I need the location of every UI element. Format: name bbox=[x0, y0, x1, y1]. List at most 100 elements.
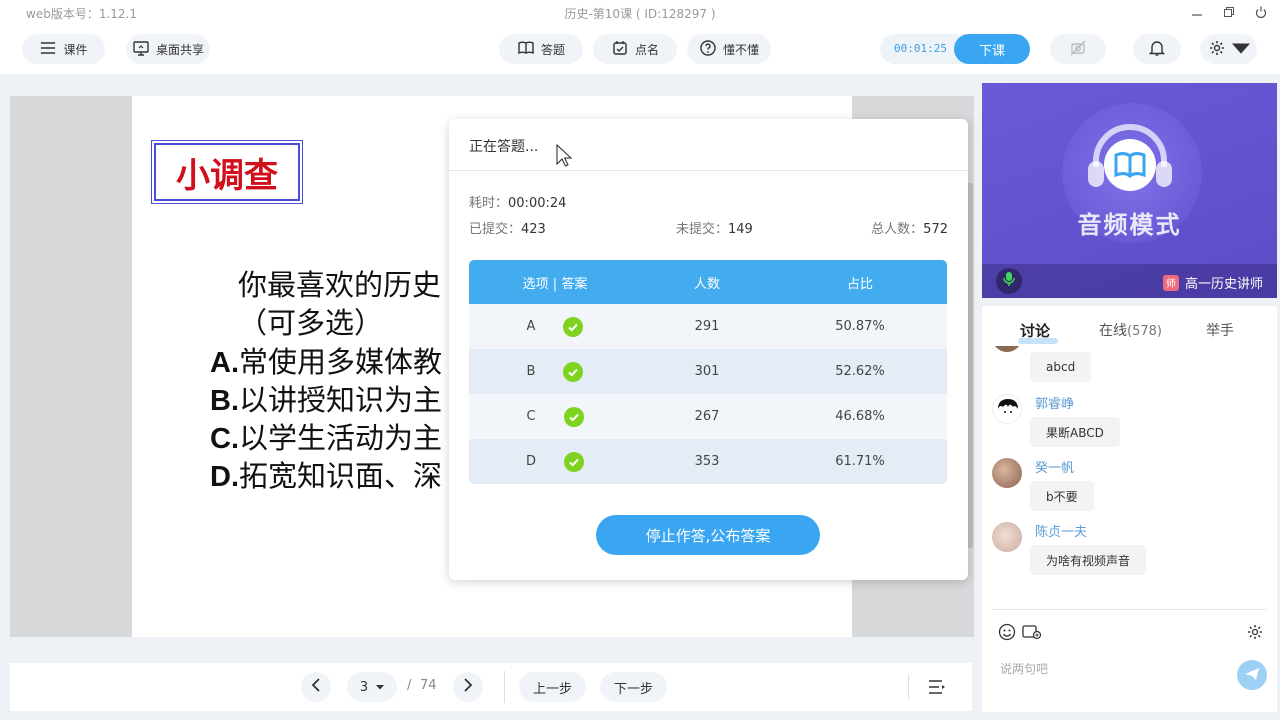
table-row: A 291 50.87% bbox=[469, 304, 947, 349]
table-header: 选项 | 答案 人数 占比 bbox=[469, 260, 947, 304]
timer-value: 00:01:25 bbox=[894, 42, 947, 55]
class-timer: 00:01:25 下课 bbox=[880, 34, 1030, 64]
row-option: D bbox=[525, 454, 536, 469]
row-percent: 52.62% bbox=[835, 364, 885, 379]
courseware-button[interactable]: 课件 bbox=[22, 34, 105, 64]
row-option: B bbox=[526, 364, 536, 379]
teacher-name: 师 高一历史讲师 bbox=[1162, 273, 1263, 292]
option-d: D.拓宽知识面、深 bbox=[210, 459, 443, 493]
prev-step-button[interactable]: 上一步 bbox=[519, 672, 586, 702]
microphone-icon bbox=[1003, 271, 1015, 291]
question-line-2: （可多选） bbox=[238, 306, 384, 340]
table-row: D 353 61.71% bbox=[469, 439, 947, 484]
row-count: 291 bbox=[694, 319, 720, 334]
divider bbox=[992, 609, 1267, 610]
answer-table: 选项 | 答案 人数 占比 A 291 50.87% B 301 52.62% … bbox=[469, 260, 947, 484]
page-nav-bar: 3 / 74 上一步 下一步 bbox=[10, 663, 972, 711]
mic-button[interactable] bbox=[996, 268, 1022, 294]
row-count: 301 bbox=[694, 364, 720, 379]
message-bubble: 为啥有视频声音 bbox=[1030, 545, 1147, 575]
page-select[interactable]: 3 bbox=[347, 672, 397, 702]
option-a: A.常使用多媒体教 bbox=[210, 345, 443, 379]
check-icon bbox=[564, 451, 584, 472]
divider bbox=[908, 675, 909, 699]
chat-panel: 讨论 在线(578) 举手 abcd 郭睿峥 果断ABCD 癸一帆 b不要 陈贞… bbox=[982, 306, 1277, 712]
unsubmitted-stat: 未提交：149 bbox=[676, 222, 753, 237]
header-option: 选项 | 答案 bbox=[522, 276, 588, 292]
answer-label: 答题 bbox=[540, 42, 565, 57]
row-percent: 46.68% bbox=[835, 409, 885, 424]
courseware-label: 课件 bbox=[63, 42, 88, 57]
table-row: B 301 52.62% bbox=[469, 349, 947, 394]
option-b: B.以讲授知识为主 bbox=[210, 383, 443, 417]
teacher-video: 音频模式 师 高一历史讲师 bbox=[982, 83, 1277, 298]
total-stat: 总人数：572 bbox=[871, 222, 948, 237]
minimize-icon[interactable] bbox=[1188, 3, 1206, 21]
audio-mode-label: 音频模式 bbox=[1077, 211, 1182, 239]
total-pages: 74 bbox=[420, 678, 437, 693]
row-count: 353 bbox=[694, 454, 720, 469]
gear-icon[interactable] bbox=[1245, 622, 1265, 642]
submitted-stat: 已提交：423 bbox=[469, 222, 546, 237]
title-bar: web版本号：1.12.1 历史-第10课 ( ID:128297 ) bbox=[0, 0, 1280, 26]
chevron-left-icon bbox=[311, 678, 321, 696]
camera-off-button[interactable] bbox=[1050, 34, 1106, 64]
screen-share-label: 桌面共享 bbox=[155, 42, 204, 57]
notification-button[interactable] bbox=[1133, 34, 1181, 64]
divider bbox=[504, 671, 505, 703]
check-icon bbox=[563, 406, 584, 427]
prev-page-button[interactable] bbox=[301, 672, 331, 702]
message-bubble: 果断ABCD bbox=[1030, 417, 1120, 447]
settings-button[interactable] bbox=[1200, 34, 1257, 64]
chevron-right-icon bbox=[463, 678, 473, 696]
end-class-button[interactable]: 下课 bbox=[954, 34, 1030, 64]
avatar bbox=[992, 394, 1022, 424]
tab-raise-hand[interactable]: 举手 bbox=[1206, 320, 1234, 340]
avatar bbox=[992, 346, 1022, 352]
answer-panel: 正在答题... 耗时：00:00:24 已提交：423 未提交：149 总人数：… bbox=[449, 119, 968, 580]
headphone-book-icon bbox=[1084, 123, 1176, 199]
answer-button[interactable]: 答题 bbox=[499, 34, 583, 64]
sender-name: 郭睿峥 bbox=[1035, 397, 1075, 412]
question-icon bbox=[699, 39, 717, 60]
page-separator: / bbox=[407, 678, 412, 693]
toolbar: 课件 桌面共享 答题 点名 懂不懂 00:01:25 下课 bbox=[0, 26, 1280, 74]
message-bubble: abcd bbox=[1030, 352, 1092, 382]
tab-discuss[interactable]: 讨论 bbox=[1020, 320, 1050, 341]
understand-label: 懂不懂 bbox=[722, 42, 759, 57]
avatar bbox=[992, 522, 1022, 552]
understand-button[interactable]: 懂不懂 bbox=[687, 34, 771, 64]
header-percent: 占比 bbox=[846, 276, 873, 292]
next-step-button[interactable]: 下一步 bbox=[600, 672, 667, 702]
screen-share-button[interactable]: 桌面共享 bbox=[126, 34, 210, 64]
send-button[interactable] bbox=[1237, 660, 1267, 690]
image-icon[interactable] bbox=[1022, 622, 1042, 642]
current-page: 3 bbox=[359, 679, 369, 695]
message-list: abcd 郭睿峥 果断ABCD 癸一帆 b不要 陈贞一夫 为啥有视频声音 bbox=[982, 346, 1277, 608]
send-icon bbox=[1244, 666, 1260, 685]
chat-tabs: 讨论 在线(578) 举手 bbox=[982, 306, 1277, 346]
stop-answer-button[interactable]: 停止作答,公布答案 bbox=[596, 515, 820, 555]
row-option: C bbox=[526, 409, 536, 424]
next-page-button[interactable] bbox=[453, 672, 483, 702]
camera-off-icon bbox=[1069, 39, 1087, 60]
tab-online[interactable]: 在线(578) bbox=[1099, 320, 1162, 340]
roll-call-button[interactable]: 点名 bbox=[593, 34, 677, 64]
restore-icon[interactable] bbox=[1220, 3, 1238, 21]
emoji-icon[interactable] bbox=[997, 622, 1017, 642]
check-icon bbox=[563, 316, 584, 337]
sender-name: 陈贞一夫 bbox=[1035, 525, 1088, 540]
menu-icon bbox=[39, 39, 57, 60]
chat-input[interactable]: 说两句吧 bbox=[1000, 660, 1048, 677]
panel-header: 正在答题... bbox=[449, 119, 968, 171]
screen-share-icon bbox=[132, 39, 150, 60]
bell-icon bbox=[1148, 39, 1166, 60]
avatar bbox=[992, 458, 1022, 488]
roll-call-label: 点名 bbox=[634, 42, 659, 57]
list-menu-icon[interactable] bbox=[928, 679, 946, 699]
elapsed-stat: 耗时：00:00:24 bbox=[469, 196, 567, 211]
teacher-label: 高一历史讲师 bbox=[1184, 277, 1263, 292]
book-icon bbox=[517, 39, 535, 60]
power-icon[interactable] bbox=[1252, 3, 1270, 21]
option-c: C.以学生活动为主 bbox=[210, 421, 443, 455]
